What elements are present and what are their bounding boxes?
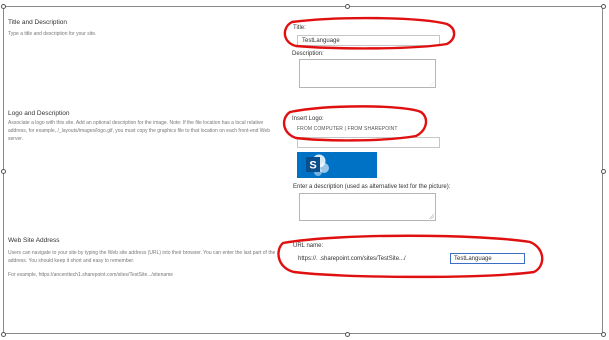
sharepoint-logo-icon: S [297,152,377,178]
title-label: Title: [293,25,306,31]
textarea-resize-grip[interactable] [429,81,434,86]
logo-section-description: Associate a logo with this site. Add an … [8,120,270,142]
resize-handle-bottom-left[interactable] [1,332,6,337]
resize-handle-bottom-center[interactable] [345,332,350,337]
sharepoint-logo-graphic: S [306,154,329,176]
logo-source-links: FROM COMPUTER | FROM SHAREPOINT [297,126,398,132]
url-name-input[interactable]: TestLanguage [450,253,525,264]
logo-section-heading: Logo and Description [8,110,70,117]
svg-text:S: S [309,160,316,172]
resize-handle-bottom-right[interactable] [601,332,606,337]
title-section-description: Type a title and description for your si… [8,31,97,37]
resize-handle-top-center[interactable] [345,4,350,9]
url-name-label: URL name: [293,243,324,249]
textarea-resize-grip[interactable] [429,214,434,219]
from-sharepoint-link[interactable]: FROM SHAREPOINT [347,126,397,132]
logo-url-input[interactable] [297,137,440,148]
alt-text-label: Enter a description (used as alternative… [293,184,451,190]
url-prefix-text: https://. .sharepoint.com/sites/TestSite… [298,256,406,262]
from-computer-link[interactable]: FROM COMPUTER [297,126,343,132]
title-input[interactable]: TestLanguage [297,35,440,46]
web-address-example: For example, https://ancenttech1.sharepo… [8,272,174,278]
alt-text-textarea[interactable] [299,193,436,221]
resize-handle-top-right[interactable] [601,4,606,9]
description-label: Description: [292,51,324,57]
title-section-heading: Title and Description [8,19,68,26]
resize-handle-top-left[interactable] [1,4,6,9]
web-address-section-description: Users can navigate to your site by typin… [8,250,276,264]
web-address-section-heading: Web Site Address [8,237,60,244]
resize-handle-middle-right[interactable] [601,169,606,174]
resize-handle-middle-left[interactable] [1,169,6,174]
link-separator: | [344,126,346,132]
description-textarea[interactable] [299,59,436,88]
insert-logo-label: Insert Logo: [292,116,324,122]
